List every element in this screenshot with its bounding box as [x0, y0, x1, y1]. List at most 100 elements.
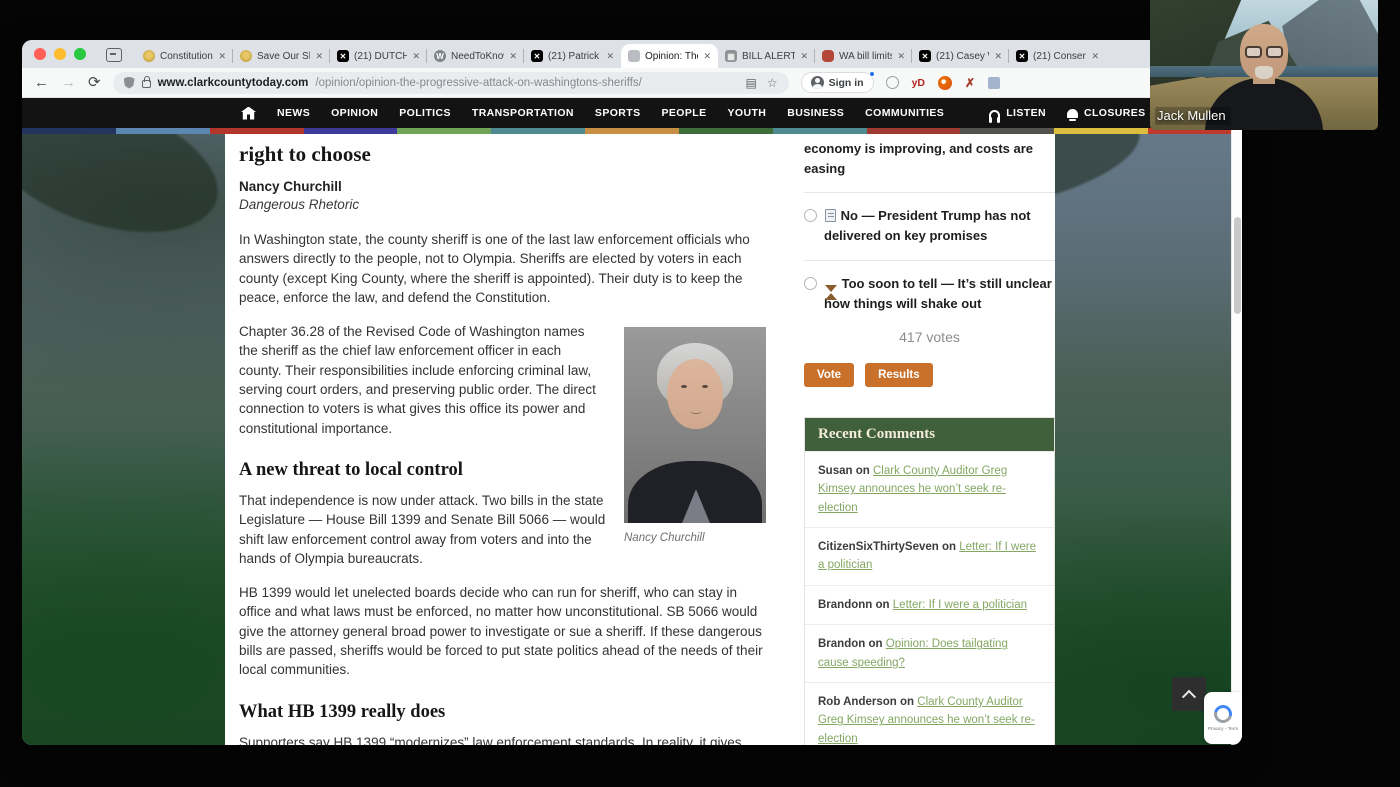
- tab-bill-alert[interactable]: BILL ALERT: SB ✕: [718, 44, 815, 68]
- nav-closures[interactable]: CLOSURES: [1066, 107, 1146, 121]
- forward-button[interactable]: →: [61, 75, 76, 90]
- close-tab-icon[interactable]: ✕: [1091, 51, 1099, 62]
- divider: [804, 192, 1055, 194]
- comment-connector: on: [875, 598, 890, 611]
- extension-circle-icon[interactable]: [885, 76, 899, 89]
- sign-in-button[interactable]: Sign in: [800, 71, 875, 93]
- minimize-window-button[interactable]: [54, 48, 66, 60]
- author-photo: [624, 327, 766, 524]
- tab-needtoknow[interactable]: NeedToKnow.Ne ✕: [426, 44, 524, 68]
- close-tab-icon[interactable]: ✕: [315, 51, 323, 62]
- nav-youth[interactable]: YOUTH: [728, 107, 767, 119]
- close-tab-icon[interactable]: ✕: [800, 51, 808, 62]
- extension-yd-icon[interactable]: yD: [912, 77, 925, 89]
- video-frame: Constitutional S ✕ Save Our Sheriff ✕ (21)…: [0, 0, 1400, 787]
- close-tab-icon[interactable]: ✕: [703, 51, 711, 62]
- recent-comments-panel: Recent Comments Susan on Clark County Au…: [804, 416, 1055, 745]
- poll-option-too-soon[interactable]: Too soon to tell — It’s still unclear ho…: [804, 274, 1055, 314]
- headphones-icon: [989, 110, 1001, 123]
- reload-button[interactable]: ⟳: [88, 75, 101, 90]
- nav-home[interactable]: [241, 106, 256, 120]
- poll-option-text: Too soon to tell — It’s still unclear ho…: [824, 275, 1052, 311]
- capitol-favicon: [725, 50, 737, 62]
- window-controls: [34, 40, 100, 68]
- poll-buttons: Vote Results: [804, 362, 1055, 387]
- nav-transportation[interactable]: TRANSPORTATION: [472, 107, 574, 119]
- zoom-window-button[interactable]: [74, 48, 86, 60]
- car-favicon: [822, 50, 834, 62]
- glasses-icon: [1242, 46, 1286, 58]
- tab-opinion-active[interactable]: Opinion: The pro ✕: [621, 44, 718, 68]
- tab-dutch[interactable]: (21) DUTCH on ✕: [329, 44, 427, 68]
- gold-badge-favicon: [143, 50, 155, 62]
- nav-people[interactable]: PEOPLE: [662, 107, 707, 119]
- nav-listen[interactable]: LISTEN: [989, 107, 1046, 123]
- close-tab-icon[interactable]: ✕: [994, 51, 1002, 62]
- address-bar[interactable]: www.clarkcountytoday.com/opinion/opinion…: [112, 71, 789, 94]
- browser-scrollbar[interactable]: [1231, 127, 1242, 745]
- tab-label: NeedToKnow.Ne: [451, 50, 504, 62]
- comment-item: Brandon on Opinion: Does tailgating caus…: [805, 624, 1054, 682]
- reader-mode-icon[interactable]: ▤: [745, 76, 756, 90]
- lock-icon[interactable]: [141, 76, 151, 88]
- content-container: right to choose Nancy Churchill Dangerou…: [225, 134, 1055, 745]
- comment-connector: on: [868, 638, 883, 651]
- radio-button[interactable]: [804, 209, 817, 223]
- nav-politics[interactable]: POLITICS: [399, 107, 451, 119]
- nav-opinion[interactable]: OPINION: [331, 107, 378, 119]
- tree-branch-decoration: [22, 134, 235, 259]
- comment-article-link[interactable]: Letter: If I were a politician: [893, 599, 1027, 611]
- comment-author: Susan: [818, 464, 853, 477]
- tab-wa-bill[interactable]: WA bill limits tra ✕: [814, 44, 912, 68]
- divider: [804, 259, 1055, 261]
- recaptcha-privacy-label: Privacy - Term: [1207, 726, 1239, 731]
- nav-business[interactable]: BUSINESS: [787, 107, 844, 119]
- close-window-button[interactable]: [34, 48, 46, 60]
- x-favicon: [337, 50, 349, 62]
- nav-communities[interactable]: COMMUNITIES: [865, 107, 944, 119]
- tab-constitutional[interactable]: Constitutional S ✕: [136, 44, 233, 68]
- extension-icons: yD ✗: [885, 75, 1001, 90]
- tab-overview-icon[interactable]: [106, 48, 122, 62]
- close-tab-icon[interactable]: ✕: [897, 51, 905, 62]
- extension-orange-icon[interactable]: [938, 75, 953, 90]
- comment-author: Brandonn: [818, 598, 873, 611]
- poll-option-no[interactable]: No — President Trump has not delivered o…: [804, 206, 1055, 246]
- scroll-to-top-button[interactable]: [1172, 677, 1206, 711]
- browser-window: Constitutional S ✕ Save Our Sheriff ✕ (21)…: [22, 40, 1242, 745]
- tab-casey[interactable]: (21) Casey Whal ✕: [911, 44, 1009, 68]
- close-tab-icon[interactable]: ✕: [412, 51, 420, 62]
- tab-save-our-sheriff[interactable]: Save Our Sheriff ✕: [232, 44, 330, 68]
- recaptcha-logo-icon: [1210, 701, 1236, 726]
- nav-sports[interactable]: SPORTS: [595, 107, 641, 119]
- photo-face: [667, 359, 723, 430]
- home-icon: [241, 106, 256, 120]
- vote-button[interactable]: Vote: [804, 362, 855, 387]
- close-tab-icon[interactable]: ✕: [218, 51, 226, 62]
- url-domain: www.clarkcountytoday.com: [157, 76, 309, 89]
- gold-badge-favicon: [240, 50, 252, 62]
- sidebar: economy is improving, and costs are easi…: [804, 134, 1055, 745]
- recaptcha-badge[interactable]: Privacy - Term: [1204, 692, 1242, 744]
- radio-button[interactable]: [804, 276, 817, 290]
- extension-partial-icon[interactable]: [988, 76, 1001, 89]
- results-button[interactable]: Results: [865, 362, 933, 387]
- article-headline: right to choose: [239, 142, 371, 166]
- extension-fox-icon[interactable]: ✗: [965, 76, 975, 90]
- article-body: right to choose Nancy Churchill Dangerou…: [225, 134, 778, 745]
- x-favicon: [531, 50, 543, 62]
- close-tab-icon[interactable]: ✕: [606, 51, 614, 62]
- tab-patrick[interactable]: (21) Patrick Colb ✕: [523, 44, 621, 68]
- bookmark-star-icon[interactable]: ☆: [767, 76, 778, 90]
- tab-label: Opinion: The pro: [645, 50, 698, 62]
- scrollbar-thumb[interactable]: [1234, 217, 1241, 314]
- shield-icon[interactable]: [123, 76, 135, 89]
- comment-connector: on: [942, 541, 957, 554]
- poll-vote-count: 417 votes: [899, 328, 960, 345]
- nav-news[interactable]: NEWS: [277, 107, 310, 119]
- tab-conservative[interactable]: (21) Conservativ ✕: [1008, 44, 1106, 68]
- back-button[interactable]: ←: [34, 75, 49, 90]
- browser-toolbar: ← → ⟳ www.clarkcountytoday.com/opinion/o…: [22, 68, 1242, 98]
- tab-label: (21) Conservativ: [1033, 50, 1086, 62]
- close-tab-icon[interactable]: ✕: [509, 51, 517, 62]
